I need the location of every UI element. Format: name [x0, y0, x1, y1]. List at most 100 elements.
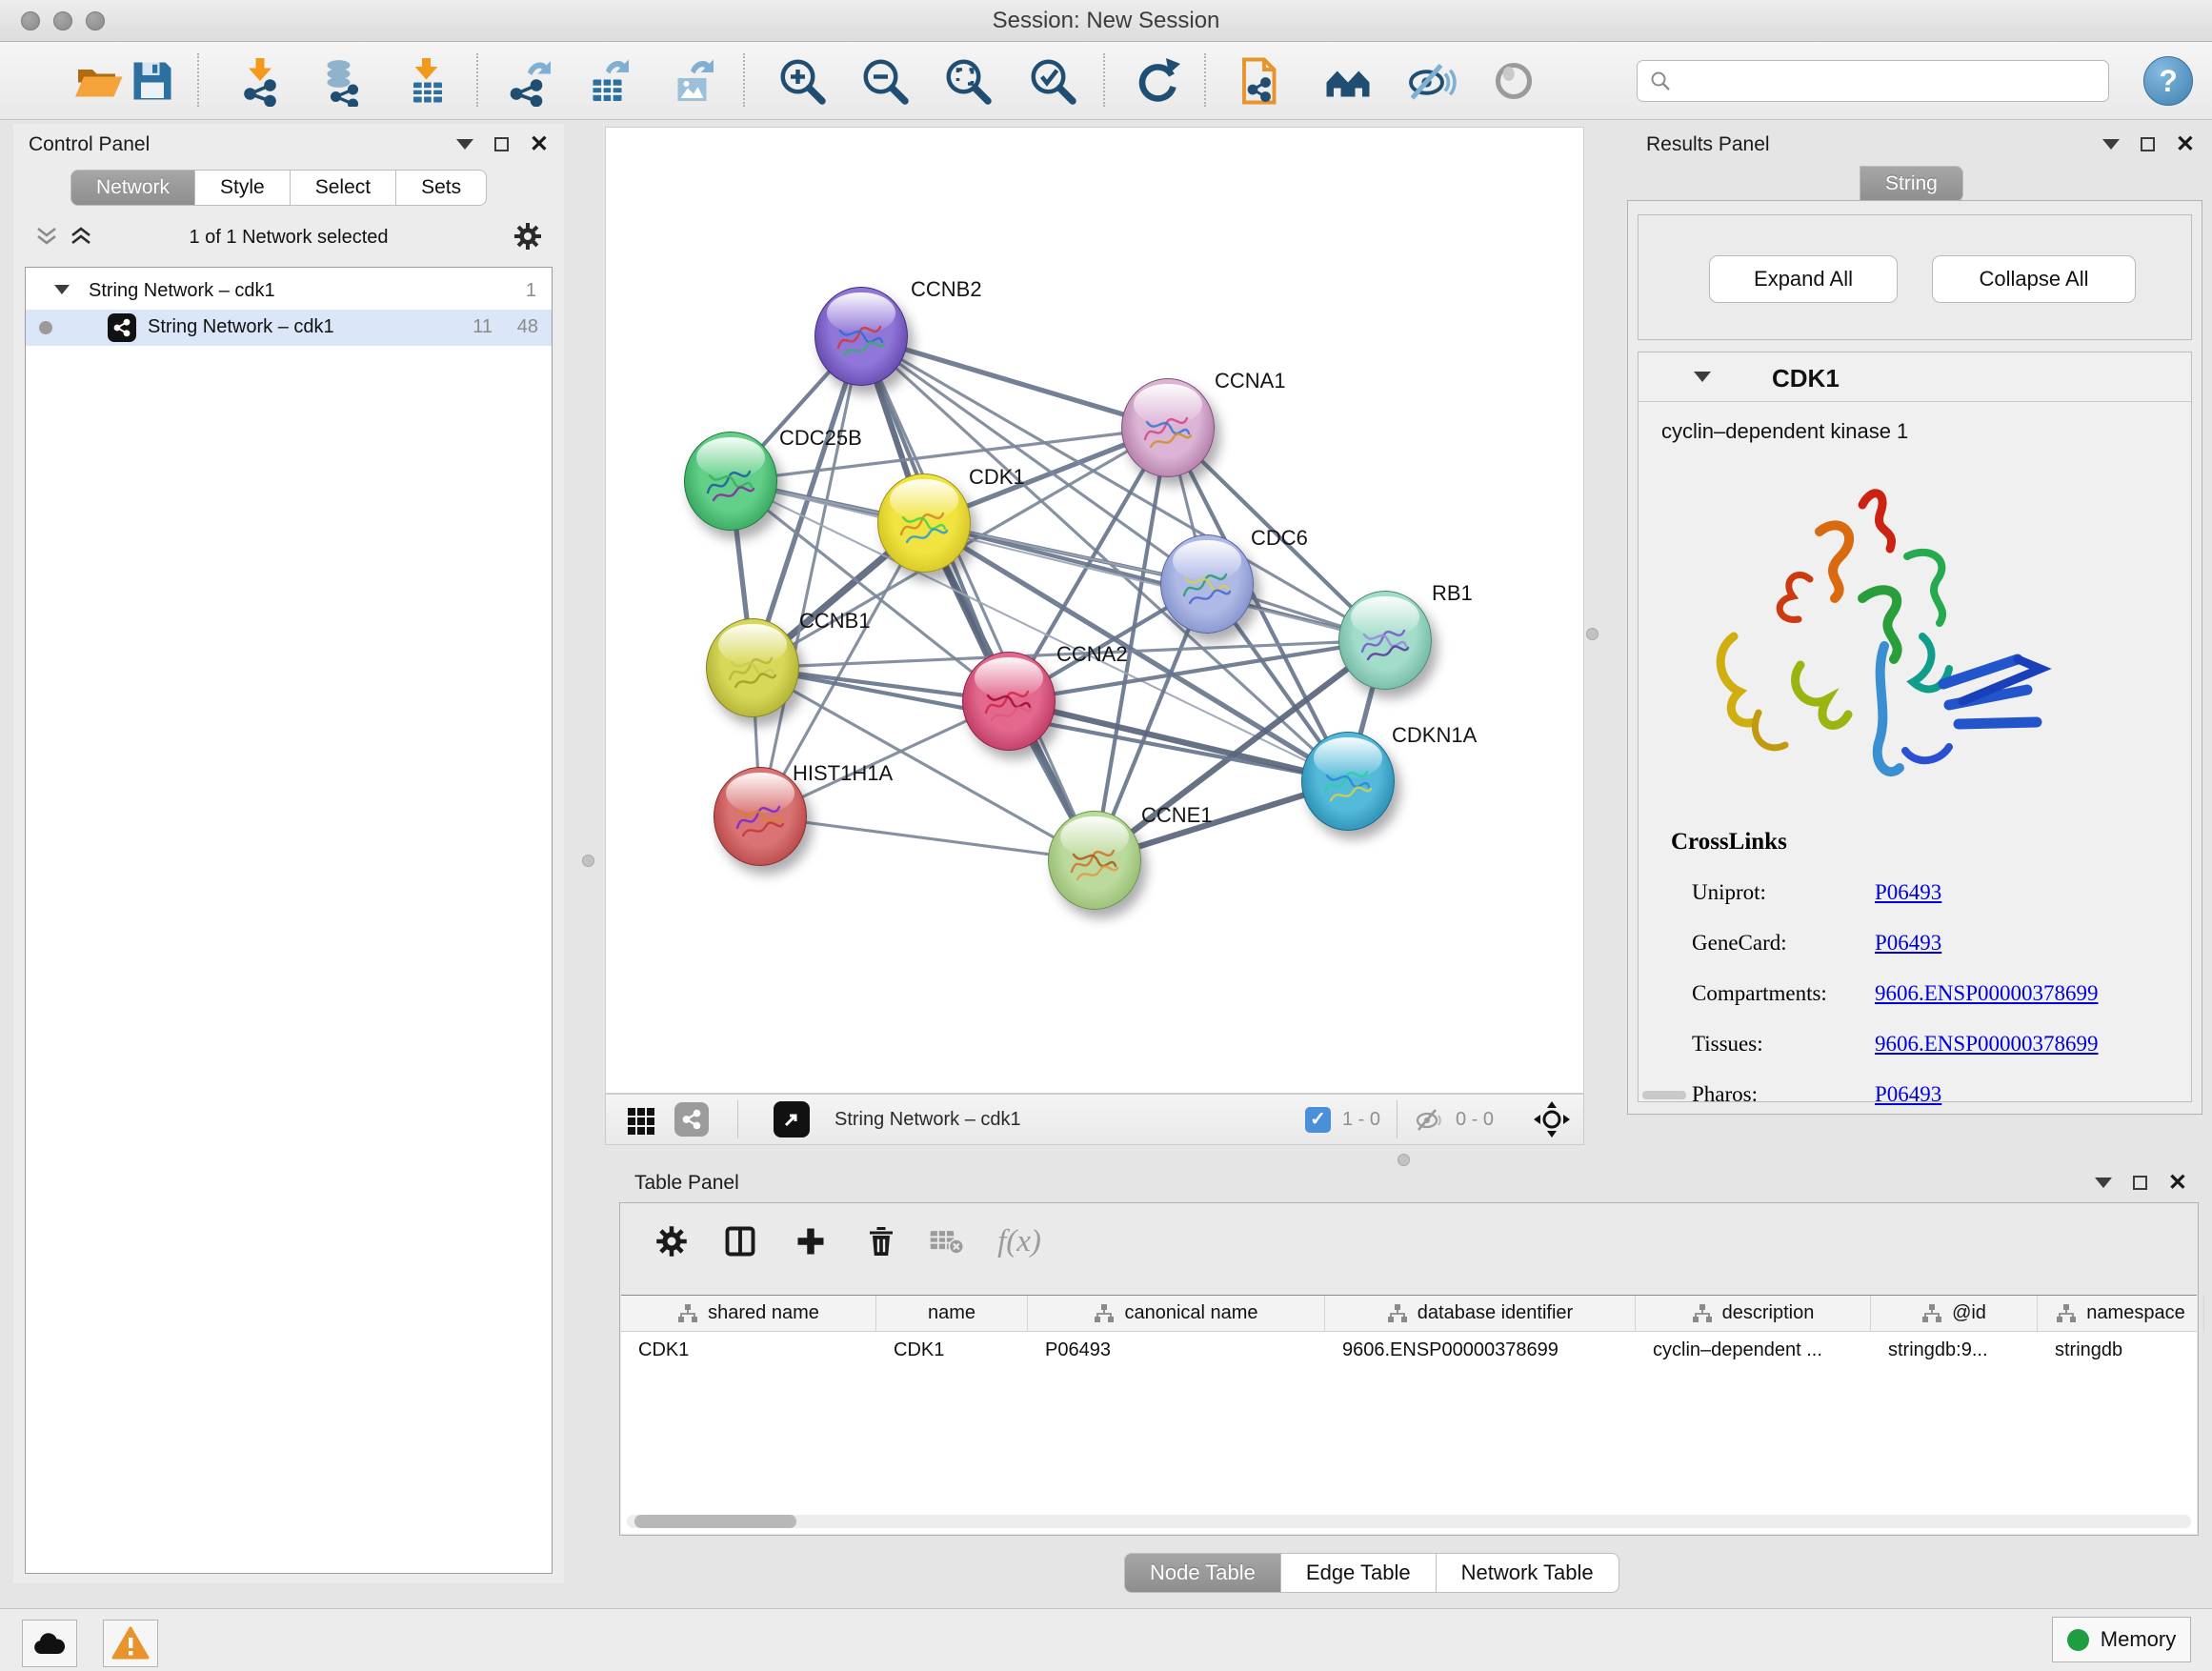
network-node-CCNA1[interactable] [1121, 378, 1215, 477]
warnings-button[interactable] [103, 1620, 158, 1667]
network-options-gear-icon[interactable] [513, 221, 543, 252]
create-column-button[interactable] [788, 1218, 834, 1264]
results-tab-string[interactable]: String [1860, 166, 1963, 202]
network-node-CCNB2[interactable] [814, 287, 908, 386]
zoom-in-button[interactable] [774, 53, 830, 109]
left-splitter-handle[interactable] [582, 855, 594, 867]
column-header-database-identifier[interactable]: database identifier [1325, 1296, 1636, 1331]
open-session-button[interactable] [70, 53, 126, 109]
refresh-button[interactable] [1130, 53, 1185, 109]
network-row-selected[interactable]: String Network – cdk1 11 48 [26, 310, 552, 346]
collapse-all-button[interactable]: Collapse All [1932, 255, 2136, 303]
export-network-button[interactable] [500, 53, 555, 109]
column-header-canonical-name[interactable]: canonical name [1028, 1296, 1325, 1331]
network-node-CCNE1[interactable] [1048, 811, 1141, 910]
save-session-button[interactable] [125, 53, 180, 109]
presentation-button[interactable] [1486, 53, 1541, 109]
tree-expander-icon[interactable] [54, 285, 70, 294]
table-tab-edge-table[interactable]: Edge Table [1281, 1553, 1437, 1593]
help-button[interactable]: ? [2143, 56, 2193, 106]
table-tab-node-table[interactable]: Node Table [1124, 1553, 1281, 1593]
delete-table-button[interactable] [923, 1218, 969, 1264]
control-panel-close-icon[interactable]: ✕ [530, 137, 549, 151]
network-edge-CCNB2-HIST1H1A[interactable] [760, 336, 861, 816]
table-cell[interactable]: 9606.ENSP00000378699 [1325, 1332, 1636, 1368]
export-image-button[interactable] [666, 53, 721, 109]
right-splitter-handle[interactable] [1586, 628, 1599, 640]
column-header-@id[interactable]: @id [1871, 1296, 2038, 1331]
control-tab-network[interactable]: Network [70, 170, 195, 206]
import-table-button[interactable] [400, 53, 455, 109]
node-details-header[interactable]: CDK1 [1639, 352, 2191, 402]
import-database-button[interactable] [312, 53, 368, 109]
memory-button[interactable]: Memory [2052, 1617, 2191, 1662]
column-header-shared-name[interactable]: shared name [621, 1296, 876, 1331]
table-cell[interactable]: stringdb [2038, 1332, 2204, 1368]
network-collection-row[interactable]: String Network – cdk1 1 [26, 273, 552, 310]
cloud-icon [31, 1629, 68, 1658]
table-cell[interactable]: CDK1 [621, 1332, 876, 1368]
table-cell[interactable]: cyclin–dependent ... [1636, 1332, 1871, 1368]
zoom-selected-button[interactable] [1025, 53, 1080, 109]
selected-checkbox-icon[interactable]: ✓ [1305, 1107, 1331, 1133]
table-panel-menu-icon[interactable] [2095, 1178, 2112, 1188]
control-panel-float-icon[interactable] [494, 137, 509, 151]
control-tab-select[interactable]: Select [291, 170, 396, 206]
details-collapse-icon[interactable] [1694, 372, 1711, 382]
network-node-CDK1[interactable] [877, 473, 971, 573]
cloud-button[interactable] [22, 1620, 77, 1667]
results-scroll-nub[interactable] [1642, 1091, 1686, 1099]
crosslink-link[interactable]: P06493 [1875, 931, 1941, 956]
birds-eye-button[interactable] [1532, 1095, 1572, 1144]
network-node-CCNB1[interactable] [706, 618, 799, 717]
network-node-CDKN1A[interactable] [1301, 732, 1395, 831]
control-panel-menu-icon[interactable] [456, 139, 473, 150]
open-in-window-button[interactable] [774, 1095, 810, 1144]
control-tab-style[interactable]: Style [195, 170, 291, 206]
table-panel-close-icon[interactable]: ✕ [2168, 1176, 2187, 1190]
zoom-out-button[interactable] [857, 53, 913, 109]
results-panel-menu-icon[interactable] [2102, 139, 2120, 150]
column-header-namespace[interactable]: namespace [2038, 1296, 2204, 1331]
column-header-name[interactable]: name [876, 1296, 1028, 1331]
network-edge-HIST1H1A-CCNE1[interactable] [760, 816, 1095, 860]
network-view-canvas[interactable]: CCNB2CCNA1CDC25BCDK1CDC6RB1CCNB1CCNA2CDK… [605, 127, 1584, 1094]
import-network-button[interactable] [232, 53, 288, 109]
table-row[interactable]: CDK1CDK1P064939606.ENSP00000378699cyclin… [621, 1332, 2197, 1368]
table-cell[interactable]: CDK1 [876, 1332, 1028, 1368]
results-panel-float-icon[interactable] [2141, 137, 2155, 151]
export-table-button[interactable] [581, 53, 636, 109]
zoom-fit-button[interactable] [940, 53, 995, 109]
network-node-CDC6[interactable] [1160, 534, 1254, 634]
table-panel-float-icon[interactable] [2133, 1176, 2147, 1190]
grid-view-button[interactable] [625, 1095, 657, 1144]
expand-all-button[interactable]: Expand All [1709, 255, 1898, 303]
string-app-button[interactable] [1234, 53, 1289, 109]
control-tab-sets[interactable]: Sets [396, 170, 487, 206]
crosslink-link[interactable]: 9606.ENSP00000378699 [1875, 1032, 2099, 1057]
table-hscroll-thumb[interactable] [634, 1515, 796, 1528]
hide-graphics-button[interactable] [1403, 53, 1458, 109]
network-node-CCNA2[interactable] [962, 652, 1056, 751]
crosslink-link[interactable]: 9606.ENSP00000378699 [1875, 981, 2099, 1006]
delete-column-button[interactable] [858, 1218, 904, 1264]
sitemap-icon [1387, 1303, 1408, 1324]
search-input[interactable] [1672, 63, 2108, 99]
table-options-button[interactable] [649, 1218, 694, 1264]
network-node-RB1[interactable] [1338, 591, 1432, 690]
network-badge-button[interactable] [674, 1095, 709, 1144]
table-cell[interactable]: P06493 [1028, 1332, 1325, 1368]
table-cell[interactable]: stringdb:9... [1871, 1332, 2038, 1368]
show-columns-button[interactable] [717, 1218, 763, 1264]
column-header-description[interactable]: description [1636, 1296, 1871, 1331]
table-tab-network-table[interactable]: Network Table [1437, 1553, 1619, 1593]
crosslink-link[interactable]: P06493 [1875, 1082, 1941, 1107]
table-hscrollbar[interactable] [627, 1515, 2191, 1528]
crosslink-link[interactable]: P06493 [1875, 880, 1941, 905]
function-builder-button[interactable]: f(x) [986, 1218, 1053, 1264]
network-edge-CCNB2-CCNE1[interactable] [861, 336, 1095, 860]
results-panel-close-icon[interactable]: ✕ [2176, 137, 2195, 151]
network-node-CDC25B[interactable] [684, 432, 777, 531]
homology-button[interactable] [1320, 53, 1376, 109]
bottom-splitter-handle[interactable] [1398, 1154, 1410, 1166]
